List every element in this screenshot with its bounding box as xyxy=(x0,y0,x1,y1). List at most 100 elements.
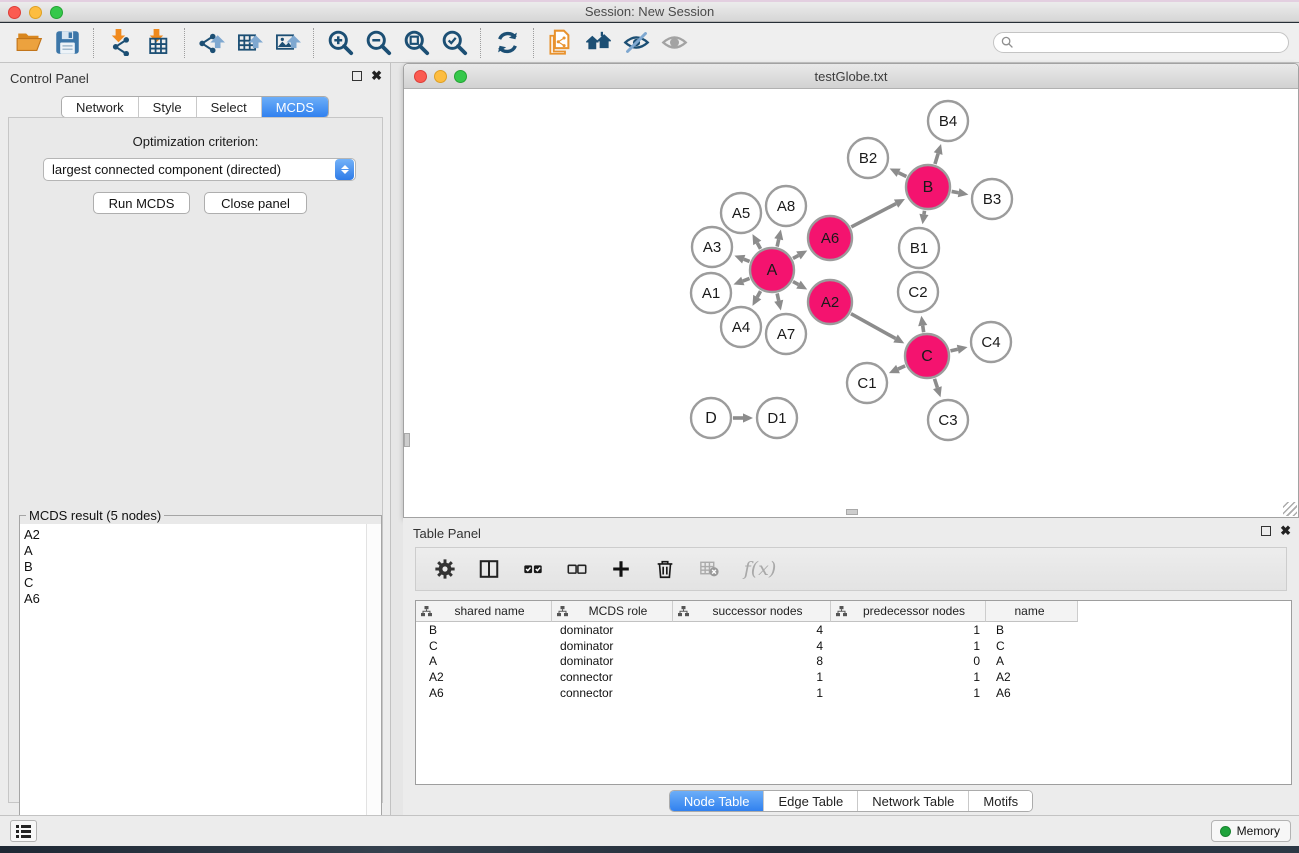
cell-name[interactable]: C xyxy=(986,639,1078,653)
node-B[interactable]: B xyxy=(906,165,950,209)
edge-A-A1[interactable] xyxy=(743,278,750,281)
edge-A-A7[interactable] xyxy=(777,293,779,300)
mcds-result-item[interactable]: C xyxy=(24,575,366,591)
table-row[interactable]: Bdominator41B xyxy=(416,622,1291,638)
cell-predecessor-nodes[interactable]: 1 xyxy=(831,686,986,700)
zoom-fit-button[interactable] xyxy=(397,26,435,60)
edge-A-A6[interactable] xyxy=(793,255,798,258)
edge-A2-C[interactable] xyxy=(851,314,896,339)
node-B2[interactable]: B2 xyxy=(848,138,888,178)
table-tab-edge-table[interactable]: Edge Table xyxy=(764,791,858,811)
cell-predecessor-nodes[interactable]: 0 xyxy=(831,654,986,668)
cell-name[interactable]: A6 xyxy=(986,686,1078,700)
tab-mcds[interactable]: MCDS xyxy=(262,97,328,117)
mcds-result-item[interactable]: A6 xyxy=(24,591,366,607)
search-input[interactable] xyxy=(993,32,1289,53)
cell-predecessor-nodes[interactable]: 1 xyxy=(831,670,986,684)
node-B3[interactable]: B3 xyxy=(972,179,1012,219)
edge-C-C4[interactable] xyxy=(950,349,957,351)
show-all-button[interactable] xyxy=(655,26,693,60)
cell-successor-nodes[interactable]: 1 xyxy=(673,670,831,684)
hide-selected-button[interactable] xyxy=(617,26,655,60)
cell-successor-nodes[interactable]: 1 xyxy=(673,686,831,700)
network-horizontal-scroll-thumb[interactable] xyxy=(846,509,858,515)
table-tab-motifs[interactable]: Motifs xyxy=(969,791,1032,811)
edge-C-C3[interactable] xyxy=(934,379,937,388)
node-A4[interactable]: A4 xyxy=(721,307,761,347)
edge-B-B1[interactable] xyxy=(924,211,925,215)
node-B1[interactable]: B1 xyxy=(899,228,939,268)
column-header-MCDS-role[interactable]: MCDS role xyxy=(552,601,673,622)
resize-grip[interactable] xyxy=(1283,502,1297,516)
table-mode-button[interactable] xyxy=(430,554,460,584)
cell-MCDS-role[interactable]: connector xyxy=(552,686,673,700)
cell-shared-name[interactable]: B xyxy=(416,623,552,637)
open-session-button[interactable] xyxy=(10,26,48,60)
node-A7[interactable]: A7 xyxy=(766,314,806,354)
edge-A-A4[interactable] xyxy=(757,291,760,297)
node-C3[interactable]: C3 xyxy=(928,400,968,440)
run-mcds-button[interactable]: Run MCDS xyxy=(93,192,190,214)
table-row[interactable]: Cdominator41C xyxy=(416,638,1291,654)
network-vertical-scroll-thumb[interactable] xyxy=(404,433,410,447)
node-A8[interactable]: A8 xyxy=(766,186,806,226)
zoom-in-button[interactable] xyxy=(321,26,359,60)
edge-A-A8[interactable] xyxy=(777,239,779,246)
edge-B-B2[interactable] xyxy=(899,173,907,177)
delete-column-button[interactable] xyxy=(650,554,680,584)
export-table-button[interactable] xyxy=(230,26,268,60)
tab-network[interactable]: Network xyxy=(62,97,139,117)
import-network-button[interactable] xyxy=(101,26,139,60)
node-C[interactable]: C xyxy=(905,334,949,378)
cell-successor-nodes[interactable]: 4 xyxy=(673,623,831,637)
result-list-scrollbar[interactable] xyxy=(366,524,381,851)
equation-builder-button[interactable]: f(x) xyxy=(738,554,782,584)
import-table-button[interactable] xyxy=(139,26,177,60)
criterion-dropdown[interactable]: largest connected component (directed) xyxy=(43,158,356,181)
mcds-result-item[interactable]: A xyxy=(24,543,366,559)
node-A3[interactable]: A3 xyxy=(692,227,732,267)
table-tab-network-table[interactable]: Network Table xyxy=(858,791,969,811)
edge-C-C2[interactable] xyxy=(923,326,924,333)
cell-MCDS-role[interactable]: dominator xyxy=(552,639,673,653)
cell-successor-nodes[interactable]: 4 xyxy=(673,639,831,653)
task-history-button[interactable] xyxy=(10,820,37,842)
first-neighbors-button[interactable] xyxy=(579,26,617,60)
delete-table-button[interactable] xyxy=(694,554,724,584)
cell-MCDS-role[interactable]: dominator xyxy=(552,654,673,668)
close-panel-icon[interactable]: ✖ xyxy=(371,71,382,81)
float-table-panel-icon[interactable] xyxy=(1261,526,1271,536)
create-column-button[interactable] xyxy=(606,554,636,584)
cell-shared-name[interactable]: A xyxy=(416,654,552,668)
tab-select[interactable]: Select xyxy=(197,97,262,117)
cell-name[interactable]: A xyxy=(986,654,1078,668)
deselect-all-button[interactable] xyxy=(562,554,592,584)
apply-preferred-layout-button[interactable] xyxy=(488,26,526,60)
column-header-predecessor-nodes[interactable]: predecessor nodes xyxy=(831,601,986,622)
node-D[interactable]: D xyxy=(691,398,731,438)
close-panel-button[interactable]: Close panel xyxy=(204,192,307,214)
cell-shared-name[interactable]: C xyxy=(416,639,552,653)
node-A6[interactable]: A6 xyxy=(808,216,852,260)
node-C2[interactable]: C2 xyxy=(898,272,938,312)
cell-shared-name[interactable]: A6 xyxy=(416,686,552,700)
edge-A-A5[interactable] xyxy=(757,243,760,249)
select-all-button[interactable] xyxy=(518,554,548,584)
export-image-button[interactable] xyxy=(268,26,306,60)
node-B4[interactable]: B4 xyxy=(928,101,968,141)
tab-style[interactable]: Style xyxy=(139,97,197,117)
mcds-result-item[interactable]: B xyxy=(24,559,366,575)
network-canvas[interactable]: B4B2BB3A8A5A6A3B1AC2A1A2A4A7C4CC1DD1C3 xyxy=(405,89,1298,517)
mcds-result-list[interactable]: A2ABCA6 xyxy=(20,524,366,851)
column-header-shared-name[interactable]: shared name xyxy=(416,601,552,622)
cell-predecessor-nodes[interactable]: 1 xyxy=(831,623,986,637)
node-A[interactable]: A xyxy=(750,248,794,292)
export-network-button[interactable] xyxy=(192,26,230,60)
node-C4[interactable]: C4 xyxy=(971,322,1011,362)
edge-A-A2[interactable] xyxy=(793,282,798,285)
column-header-name[interactable]: name xyxy=(986,601,1078,622)
float-panel-icon[interactable] xyxy=(352,71,362,81)
edge-B-B4[interactable] xyxy=(935,154,938,164)
column-header-successor-nodes[interactable]: successor nodes xyxy=(673,601,831,622)
mcds-result-item[interactable]: A2 xyxy=(24,527,366,543)
